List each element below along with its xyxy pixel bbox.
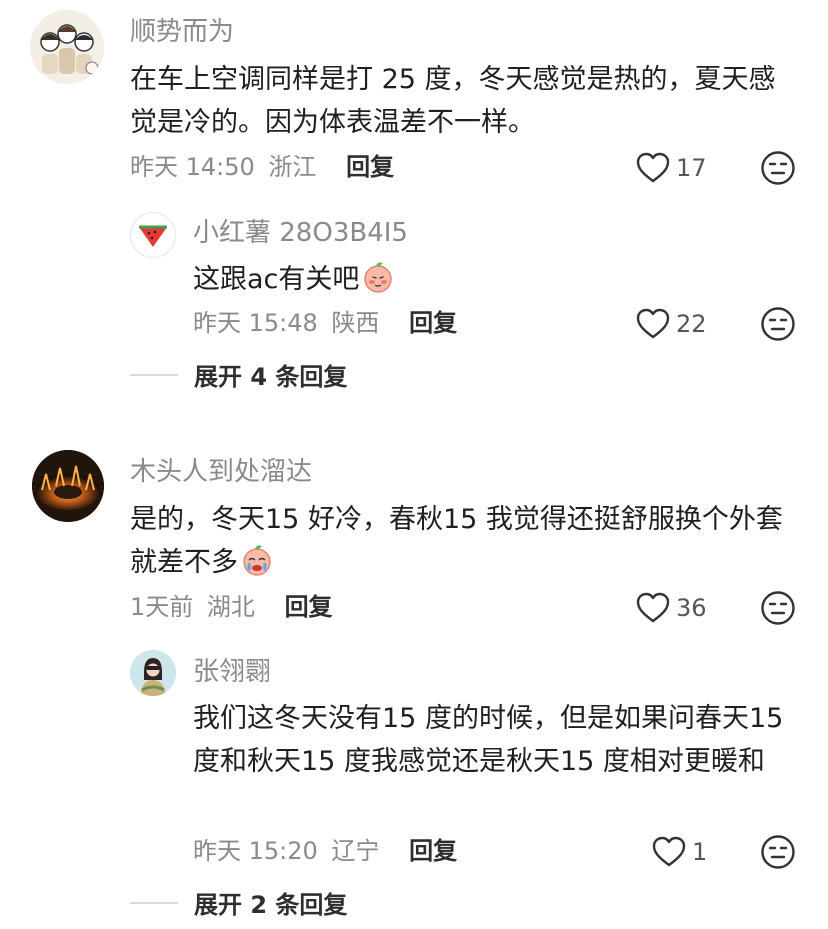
comment-author-name[interactable]: 顺势而为	[130, 15, 234, 49]
reply-location: 辽宁	[331, 837, 380, 865]
dislike-button[interactable]	[760, 834, 796, 870]
reply-text: 我们这冬天没有15 度的时候，但是如果问春天15 度和秋天15 度我感觉还是秋天…	[193, 703, 784, 777]
heart-outline-icon	[636, 152, 670, 183]
comment-time: 昨天 14:50	[130, 153, 255, 181]
reply-text: 这跟ac有关吧	[193, 264, 360, 295]
comment-text: 在车上空调同样是打 25 度，冬天感觉是热的，夏天感觉是冷的。因为体表温差不一样…	[130, 64, 776, 138]
like-count: 36	[676, 594, 707, 622]
reply-button[interactable]: 回复	[409, 309, 457, 337]
heart-outline-icon	[652, 836, 686, 867]
neutral-face-icon	[761, 835, 795, 869]
like-button[interactable]: 22	[636, 306, 707, 342]
reply-button[interactable]: 回复	[409, 837, 457, 865]
reply-avatar[interactable]	[130, 650, 176, 696]
like-button[interactable]: 36	[636, 590, 707, 626]
like-count: 1	[692, 838, 708, 866]
reply-meta: 昨天 15:48 陕西 回复	[193, 307, 457, 339]
comment-location: 浙江	[268, 153, 317, 181]
avatar[interactable]	[32, 450, 104, 522]
reply-avatar[interactable]	[130, 212, 176, 258]
heart-outline-icon	[636, 592, 670, 623]
comment-text: 是的，冬天15 好冷，春秋15 我觉得还挺舒服换个外套就差不多	[130, 504, 783, 578]
comment-meta: 1天前 湖北 回复	[130, 591, 333, 623]
dislike-button[interactable]	[760, 150, 796, 186]
like-count: 17	[676, 154, 707, 182]
comment-text-block: 是的，冬天15 好冷，春秋15 我觉得还挺舒服换个外套就差不多	[130, 498, 800, 584]
avatar[interactable]	[30, 10, 104, 84]
portrait-avatar-image	[130, 650, 176, 696]
like-button[interactable]: 17	[636, 150, 707, 186]
neutral-face-icon	[761, 151, 795, 185]
expand-replies-button[interactable]: 展开 4 条回复	[130, 357, 347, 392]
expand-replies-label: 展开 4 条回复	[194, 363, 348, 391]
expand-replies-button[interactable]: 展开 2 条回复	[130, 885, 347, 920]
reply-location: 陕西	[331, 309, 380, 337]
comment-location: 湖北	[206, 593, 255, 621]
heart-outline-icon	[636, 308, 670, 339]
expand-replies-label: 展开 2 条回复	[194, 891, 348, 919]
reply-meta: 昨天 15:20 辽宁 回复	[193, 835, 457, 867]
fire-ring-avatar-image	[32, 450, 104, 522]
comment-time: 1天前	[130, 593, 194, 621]
comment-meta: 昨天 14:50 浙江 回复	[130, 151, 394, 183]
neutral-face-icon	[761, 307, 795, 341]
divider-line	[130, 901, 178, 904]
reply-text-line: 这跟ac有关吧	[193, 258, 395, 301]
reply-button[interactable]: 回复	[285, 593, 333, 621]
peach-cry-emoji	[243, 545, 271, 576]
divider-line	[130, 373, 178, 376]
avatar-cartoon-group-image	[30, 10, 104, 84]
reply-time: 昨天 15:48	[193, 309, 318, 337]
like-button[interactable]: 1	[652, 834, 707, 870]
reply-time: 昨天 15:20	[193, 837, 318, 865]
like-count: 22	[676, 310, 707, 338]
dislike-button[interactable]	[760, 590, 796, 626]
dislike-button[interactable]	[760, 306, 796, 342]
reply-author-name[interactable]: 小红薯 28O3B4I5	[193, 216, 408, 250]
peach-shy-emoji	[364, 262, 393, 293]
reply-button[interactable]: 回复	[346, 153, 394, 181]
neutral-face-icon	[761, 591, 795, 625]
comment-author-name[interactable]: 木头人到处溜达	[130, 455, 312, 489]
watermelon-avatar-image	[139, 225, 167, 247]
reply-author-name[interactable]: 张翎翾	[193, 655, 271, 689]
